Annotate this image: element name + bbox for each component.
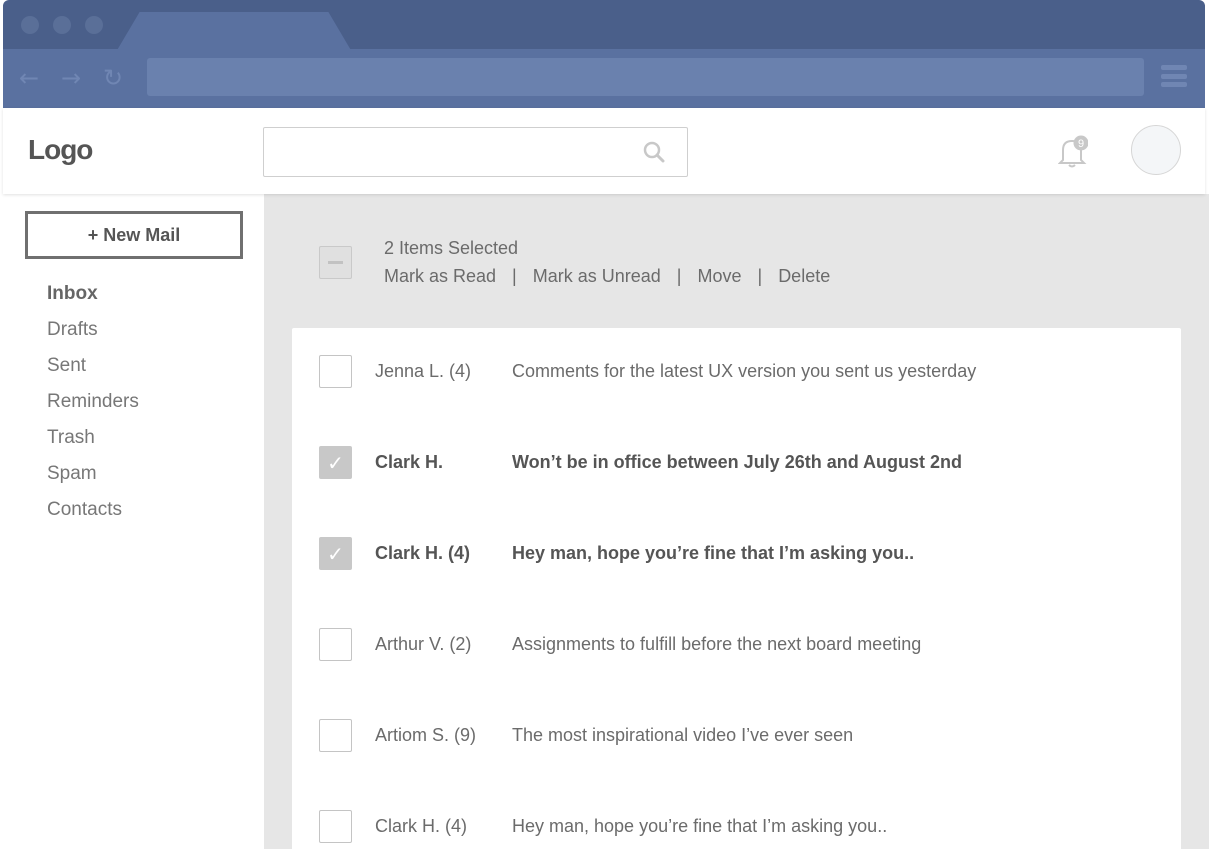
email-sender: Jenna L. (4) xyxy=(375,361,472,381)
email-checkbox[interactable] xyxy=(319,628,352,661)
email-row[interactable]: ✓ Clark H. (4) Hey man, hope you’re fine… xyxy=(292,510,1181,601)
sidebar-item-spam[interactable]: Spam xyxy=(47,462,139,498)
email-sender: Arthur V. (2) xyxy=(375,634,472,654)
maximize-window-button[interactable] xyxy=(85,16,103,34)
browser-toolbar: ← → ↻ xyxy=(3,49,1205,108)
email-subject: Hey man, hope you’re fine that I’m askin… xyxy=(512,543,915,563)
email-checkbox[interactable]: ✓ xyxy=(319,446,352,479)
sidebar-item-reminders[interactable]: Reminders xyxy=(47,390,139,426)
avatar[interactable] xyxy=(1131,125,1181,175)
action-separator: | xyxy=(757,266,763,286)
sidebar-item-trash[interactable]: Trash xyxy=(47,426,139,462)
notification-count: 9 xyxy=(1078,138,1084,150)
email-row[interactable]: Arthur V. (2) Assignments to fulfill bef… xyxy=(292,601,1181,692)
window-controls xyxy=(21,16,103,34)
sidebar-item-contacts[interactable]: Contacts xyxy=(47,498,139,534)
bell-icon[interactable]: 9 xyxy=(1058,135,1088,169)
email-subject: Assignments to fulfill before the next b… xyxy=(512,634,922,654)
bulk-actions: Mark as Read | Mark as Unread | Move | D… xyxy=(384,266,830,287)
email-sender: Clark H. xyxy=(375,452,444,472)
hamburger-menu-icon[interactable] xyxy=(1161,63,1187,89)
email-checkbox[interactable] xyxy=(319,719,352,752)
sidebar-item-drafts[interactable]: Drafts xyxy=(47,318,139,354)
logo[interactable]: Logo xyxy=(28,134,93,166)
new-mail-button[interactable]: + New Mail xyxy=(25,211,243,259)
minus-icon xyxy=(328,261,343,264)
email-row[interactable]: Jenna L. (4) Comments for the latest UX … xyxy=(292,328,1181,419)
mark-as-unread-button[interactable]: Mark as Unread xyxy=(533,266,661,287)
selection-count: 2 Items Selected xyxy=(384,238,519,258)
close-window-button[interactable] xyxy=(21,16,39,34)
browser-chrome: ← → ↻ xyxy=(3,0,1205,108)
email-sender: Artiom S. (9) xyxy=(375,725,477,745)
email-checkbox[interactable] xyxy=(319,810,352,843)
sidebar-item-sent[interactable]: Sent xyxy=(47,354,139,390)
reload-icon[interactable]: ↻ xyxy=(100,65,126,91)
action-separator: | xyxy=(512,266,517,286)
email-checkbox[interactable]: ✓ xyxy=(319,537,352,570)
move-button[interactable]: Move xyxy=(697,266,741,287)
minimize-window-button[interactable] xyxy=(53,16,71,34)
sidebar-nav: Inbox Drafts Sent Reminders Trash Spam C… xyxy=(47,282,139,534)
mark-as-read-button[interactable]: Mark as Read xyxy=(384,266,496,287)
email-sender: Clark H. (4) xyxy=(375,543,471,563)
email-subject: Won’t be in office between July 26th and… xyxy=(512,452,963,472)
action-separator: | xyxy=(676,266,682,286)
email-row[interactable]: ✓ Clark H. Won’t be in office between Ju… xyxy=(292,419,1181,510)
email-subject: Hey man, hope you’re fine that I’m askin… xyxy=(512,816,888,836)
email-list: Jenna L. (4) Comments for the latest UX … xyxy=(292,328,1181,849)
email-row[interactable]: Artiom S. (9) The most inspirational vid… xyxy=(292,692,1181,783)
sidebar: + New Mail Inbox Drafts Sent Reminders T… xyxy=(0,194,264,849)
email-checkbox[interactable] xyxy=(319,355,352,388)
checkmark-icon: ✓ xyxy=(327,451,344,475)
main-content: 2 Items Selected Mark as Read | Mark as … xyxy=(264,194,1209,849)
email-subject: Comments for the latest UX version you s… xyxy=(512,361,977,381)
search-input[interactable] xyxy=(263,127,688,177)
email-row[interactable]: Clark H. (4) Hey man, hope you’re fine t… xyxy=(292,783,1181,849)
forward-arrow-icon[interactable]: → xyxy=(58,65,84,91)
sidebar-item-inbox[interactable]: Inbox xyxy=(47,282,139,318)
delete-button[interactable]: Delete xyxy=(778,266,830,287)
address-bar[interactable] xyxy=(147,58,1144,96)
app-header: Logo 9 xyxy=(3,108,1205,194)
browser-tab[interactable] xyxy=(116,12,352,52)
back-arrow-icon[interactable]: ← xyxy=(16,65,42,91)
search-icon[interactable] xyxy=(643,141,665,163)
checkmark-icon: ✓ xyxy=(327,542,344,566)
select-all-checkbox[interactable] xyxy=(319,246,352,279)
email-sender: Clark H. (4) xyxy=(375,816,468,836)
email-subject: The most inspirational video I’ve ever s… xyxy=(512,725,854,745)
